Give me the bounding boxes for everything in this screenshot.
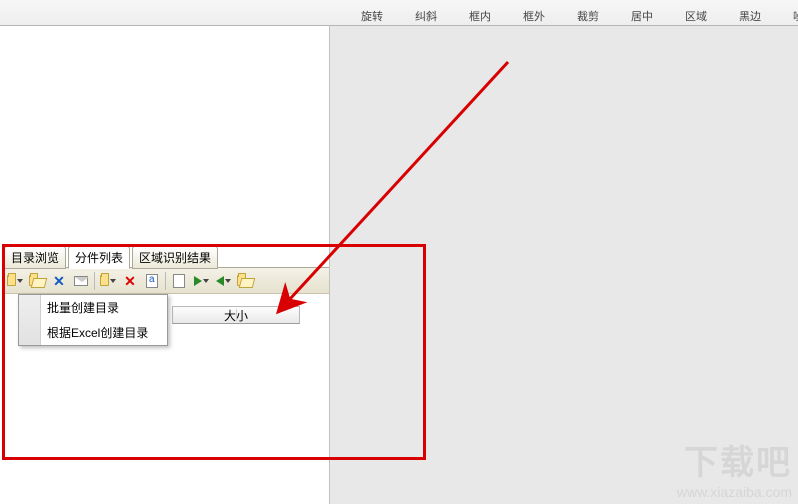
btn-export[interactable]	[170, 272, 188, 290]
toolbar-btn-deskew[interactable]: 纠斜	[404, 6, 448, 24]
folder-open-icon	[29, 275, 38, 286]
toolbar-label: 噪点	[793, 8, 798, 24]
panel-toolbar: ✕ ✕	[2, 268, 329, 294]
toolbar-label: 裁剪	[577, 8, 599, 24]
folder-open-icon	[237, 275, 246, 286]
btn-prev[interactable]	[214, 272, 232, 290]
toolbar-btn-noise[interactable]: 噪点	[782, 6, 798, 24]
top-toolbar-items: 旋转 纠斜 框内 框外 裁剪 居中 区域 黑边 噪点 文字	[350, 0, 798, 26]
tab-directory-browse[interactable]: 目录浏览	[4, 246, 66, 269]
panel-tabs: 目录浏览 分件列表 区域识别结果	[2, 246, 329, 268]
doc-icon	[173, 274, 185, 288]
tab-label: 区域识别结果	[139, 251, 211, 265]
toolbar-btn-center[interactable]: 居中	[620, 6, 664, 24]
tab-file-list[interactable]: 分件列表	[68, 246, 130, 269]
doc-a-icon	[146, 274, 158, 288]
toolbar-label: 区域	[685, 8, 707, 24]
separator	[94, 272, 95, 290]
left-panel: 目录浏览 分件列表 区域识别结果 ✕ ✕ 批量创建目录 根据Excel创建目录 …	[2, 246, 329, 456]
toolbar-label: 框内	[469, 8, 491, 24]
menu-item-label: 根据Excel创建目录	[47, 326, 148, 340]
btn-new-folder[interactable]	[28, 272, 46, 290]
toolbar-btn-rotate[interactable]: 旋转	[350, 6, 394, 24]
folder-icon	[100, 275, 109, 286]
folder-icon	[7, 275, 16, 286]
toolbar-label: 黑边	[739, 8, 761, 24]
tab-label: 分件列表	[75, 251, 123, 265]
btn-delete-blue[interactable]: ✕	[50, 272, 68, 290]
close-red-icon: ✕	[124, 274, 136, 288]
btn-folder-2[interactable]	[99, 272, 117, 290]
btn-next[interactable]	[192, 272, 210, 290]
toolbar-btn-inside[interactable]: 框内	[458, 6, 502, 24]
tab-label: 目录浏览	[11, 251, 59, 265]
canvas-area	[329, 26, 798, 504]
mail-icon	[74, 276, 88, 286]
btn-folder-3[interactable]	[236, 272, 254, 290]
create-directory-dropdown: 批量创建目录 根据Excel创建目录	[18, 294, 168, 346]
toolbar-label: 框外	[523, 8, 545, 24]
btn-open-folder[interactable]	[6, 272, 24, 290]
btn-mail[interactable]	[72, 272, 90, 290]
close-blue-icon: ✕	[53, 274, 65, 288]
toolbar-btn-crop[interactable]: 裁剪	[566, 6, 610, 24]
btn-delete-red[interactable]: ✕	[121, 272, 139, 290]
toolbar-btn-region[interactable]: 区域	[674, 6, 718, 24]
column-divider	[236, 309, 237, 321]
top-toolbar: 旋转 纠斜 框内 框外 裁剪 居中 区域 黑边 噪点 文字	[0, 0, 798, 26]
column-header-size[interactable]: 大小	[172, 306, 300, 324]
toolbar-label: 旋转	[361, 8, 383, 24]
menu-item-label: 批量创建目录	[47, 301, 119, 315]
toolbar-label: 纠斜	[415, 8, 437, 24]
arrow-left-icon	[216, 276, 224, 286]
toolbar-label: 居中	[631, 8, 653, 24]
toolbar-btn-outside[interactable]: 框外	[512, 6, 556, 24]
tab-region-result[interactable]: 区域识别结果	[132, 246, 218, 269]
separator	[165, 272, 166, 290]
toolbar-btn-blackedge[interactable]: 黑边	[728, 6, 772, 24]
menu-item-batch-create[interactable]: 批量创建目录	[19, 295, 167, 320]
arrow-right-icon	[194, 276, 202, 286]
menu-item-excel-create[interactable]: 根据Excel创建目录	[19, 320, 167, 345]
btn-doc-a[interactable]	[143, 272, 161, 290]
